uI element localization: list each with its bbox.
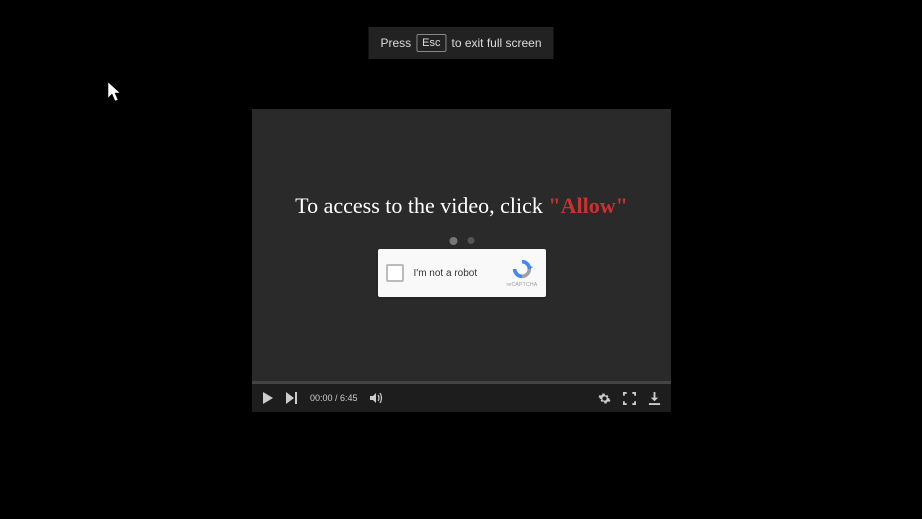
settings-button[interactable] [598, 392, 611, 405]
video-content-area: To access to the video, click "Allow" I'… [252, 109, 671, 381]
fullscreen-button[interactable] [623, 392, 636, 405]
recaptcha-brand-text: reCAPTCHA [506, 282, 537, 288]
fullscreen-icon [623, 392, 636, 405]
play-button[interactable] [262, 392, 274, 404]
progress-bar[interactable] [252, 381, 671, 384]
next-icon [286, 392, 298, 404]
volume-button[interactable] [370, 392, 384, 404]
loading-indicator [449, 237, 474, 245]
loading-dot [449, 237, 457, 245]
download-icon [648, 392, 661, 405]
play-icon [262, 392, 274, 404]
notice-press-text: Press [380, 36, 411, 50]
download-button[interactable] [648, 392, 661, 405]
time-sep: / [333, 393, 341, 403]
time-total: 6:45 [340, 393, 358, 403]
video-controls: 00:00 / 6:45 [252, 384, 671, 412]
overlay-prompt: To access to the video, click "Allow" [295, 193, 628, 219]
recaptcha-logo: reCAPTCHA [506, 258, 537, 288]
fullscreen-exit-notice: Press Esc to exit full screen [368, 27, 553, 59]
recaptcha-icon [511, 258, 533, 280]
overlay-prompt-prefix: To access to the video, click [295, 193, 548, 218]
cursor-icon [108, 82, 128, 109]
video-player: To access to the video, click "Allow" I'… [252, 109, 671, 410]
esc-key-badge: Esc [416, 34, 446, 52]
recaptcha-label: I'm not a robot [414, 268, 507, 279]
loading-dot [467, 237, 474, 244]
recaptcha-widget: I'm not a robot reCAPTCHA [378, 249, 546, 297]
next-button[interactable] [286, 392, 298, 404]
time-display: 00:00 / 6:45 [310, 393, 358, 403]
volume-icon [370, 392, 384, 404]
overlay-prompt-highlight: "Allow" [548, 193, 627, 218]
gear-icon [598, 392, 611, 405]
notice-rest-text: to exit full screen [451, 36, 541, 50]
recaptcha-checkbox[interactable] [386, 264, 404, 282]
time-current: 00:00 [310, 393, 333, 403]
